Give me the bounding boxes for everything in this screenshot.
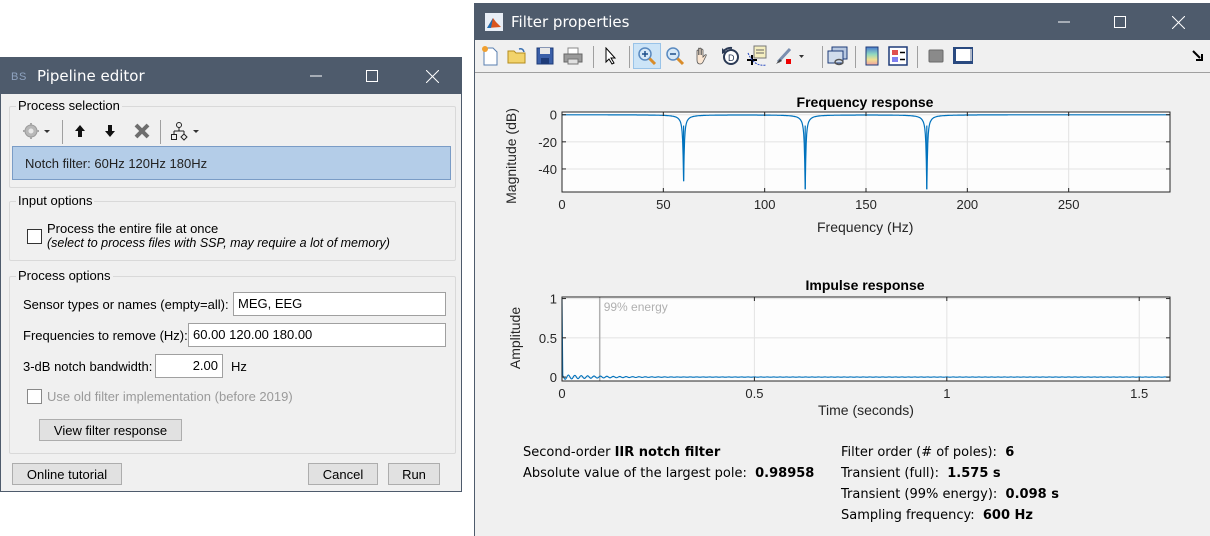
brainstorm-app-icon: BS	[11, 67, 29, 85]
impulse-ytick-label: 1	[550, 292, 557, 307]
filter-order-value: 6	[1005, 445, 1015, 460]
sampling-label: Sampling frequency:	[841, 508, 975, 523]
maximize-icon	[366, 70, 378, 82]
pipeline-tree-menu-button[interactable]	[167, 120, 203, 142]
impulse-xlabel: Time (seconds)	[818, 402, 914, 418]
sensor-types-label: Sensor types or names (empty=all):	[23, 297, 229, 312]
filter-type-name: IIR notch filter	[614, 445, 721, 460]
arrow-down-icon	[105, 125, 115, 137]
largest-pole-value: 0.98958	[755, 466, 815, 481]
window-title: Pipeline editor	[37, 67, 145, 85]
toolbar-separator	[62, 120, 63, 144]
filter-type-prefix: Second-order	[523, 445, 611, 460]
energy-99-marker-label: 99% energy	[604, 300, 668, 314]
online-tutorial-button[interactable]: Online tutorial	[12, 463, 122, 485]
impulse-ylabel: Amplitude	[507, 306, 523, 370]
impulse-xtick-label: 1	[943, 386, 950, 401]
pipeline-tree-icon	[171, 122, 199, 141]
freq-xlabel: Frequency (Hz)	[817, 219, 914, 235]
gear-menu-button[interactable]	[21, 120, 55, 142]
old-filter-checkbox[interactable]	[27, 389, 42, 404]
svg-text:S: S	[19, 71, 26, 83]
transient-full-label: Transient (full):	[841, 466, 939, 481]
transient-99-value: 0.098 s	[1005, 487, 1059, 502]
freq-xtick-label: 250	[1058, 197, 1080, 212]
delete-x-icon	[134, 123, 150, 139]
freq-xtick-label: 150	[855, 197, 877, 212]
process-options-label: Process options	[16, 268, 113, 283]
process-name: Notch filter: 60Hz 120Hz 180Hz	[25, 155, 208, 171]
transient-full-text: Transient (full): 1.575 s	[841, 466, 1001, 481]
largest-pole-text: Absolute value of the largest pole: 0.98…	[523, 466, 814, 481]
impulse-xtick-label: 1.5	[1130, 386, 1148, 401]
frequencies-label: Frequencies to remove (Hz):	[23, 328, 188, 343]
entire-file-label: Process the entire file at once	[47, 221, 219, 236]
minimize-button[interactable]	[293, 58, 339, 94]
largest-pole-label: Absolute value of the largest pole:	[523, 466, 747, 481]
entire-file-sublabel: (select to process files with SSP, may r…	[47, 236, 390, 250]
transient-99-label: Transient (99% energy):	[841, 487, 998, 502]
filter-type-text: Second-order IIR notch filter	[523, 445, 720, 460]
freq-xtick-label: 200	[956, 197, 978, 212]
sensor-types-input[interactable]: MEG, EEG	[233, 292, 446, 316]
impulse-xtick-label: 0.5	[745, 386, 763, 401]
view-filter-response-button[interactable]: View filter response	[39, 419, 182, 441]
frequencies-input[interactable]: 60.00 120.00 180.00	[188, 323, 446, 347]
minimize-icon	[310, 75, 322, 77]
impulse-xtick-label: 0	[558, 386, 565, 401]
bandwidth-label: 3-dB notch bandwidth:	[23, 359, 153, 374]
maximize-button[interactable]	[349, 58, 395, 94]
filter-properties-window: Filter properties D Frequency response 0…	[474, 3, 1210, 536]
impulse-ytick-label: 0	[550, 370, 557, 385]
filter-order-label: Filter order (# of poles):	[841, 445, 997, 460]
freq-ylabel: Magnitude (dB)	[503, 108, 519, 204]
freq-ytick-label: -20	[538, 135, 557, 150]
transient-99-text: Transient (99% energy): 0.098 s	[841, 487, 1059, 502]
impulse-chart-title: Impulse response	[805, 277, 925, 293]
move-down-button[interactable]	[99, 120, 121, 142]
arrow-up-icon	[75, 125, 85, 137]
freq-xtick-label: 50	[656, 197, 670, 212]
delete-process-button[interactable]	[131, 120, 153, 142]
transient-full-value: 1.575 s	[947, 466, 1001, 481]
close-button[interactable]	[409, 58, 455, 94]
process-selection-label: Process selection	[16, 98, 122, 113]
sampling-text: Sampling frequency: 600 Hz	[841, 508, 1033, 523]
bandwidth-unit: Hz	[231, 359, 247, 374]
pipeline-editor-titlebar[interactable]: BS Pipeline editor	[1, 58, 461, 94]
close-icon	[425, 69, 439, 83]
run-button[interactable]: Run	[388, 463, 440, 485]
cancel-button[interactable]: Cancel	[308, 463, 378, 485]
process-list-item-selected[interactable]: Notch filter: 60Hz 120Hz 180Hz	[12, 146, 451, 180]
freq-ytick-label: -40	[538, 162, 557, 177]
gear-icon	[23, 123, 50, 139]
entire-file-checkbox[interactable]	[27, 229, 42, 244]
move-up-button[interactable]	[69, 120, 91, 142]
input-options-label: Input options	[16, 193, 95, 208]
old-filter-label: Use old filter implementation (before 20…	[47, 389, 293, 404]
svg-text:B: B	[11, 71, 18, 83]
sampling-value: 600 Hz	[982, 508, 1033, 523]
bandwidth-input[interactable]: 2.00	[155, 354, 223, 378]
impulse-ytick-label: 0.5	[539, 331, 557, 346]
freq-ytick-label: 0	[550, 108, 557, 123]
toolbar-separator	[160, 120, 161, 144]
freq-xtick-label: 100	[754, 197, 776, 212]
filter-order-text: Filter order (# of poles): 6	[841, 445, 1014, 460]
pipeline-editor-window: BS Pipeline editor Process selection Not…	[0, 57, 462, 492]
freq-xtick-label: 0	[558, 197, 565, 212]
